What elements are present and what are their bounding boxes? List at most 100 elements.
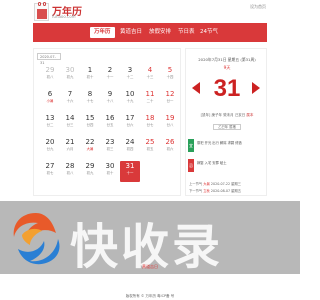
calendar-day[interactable]: 21 六月 — [60, 137, 80, 158]
calendar-day[interactable]: 6 小暑 — [40, 89, 60, 110]
calendar-day[interactable]: 10 十九 — [120, 89, 140, 110]
day-number: 31 — [125, 162, 135, 170]
prev-solar-term-key: 上一节气 — [189, 182, 203, 186]
calendar-day[interactable]: 16 廿五 — [100, 113, 120, 134]
calendar-day[interactable]: 14 廿三 — [60, 113, 80, 134]
day-number: 10 — [125, 90, 135, 98]
day-number: 11 — [145, 90, 155, 98]
lunar-day: 廿三 — [66, 123, 74, 127]
day-number: 7 — [67, 90, 73, 98]
lunar-day: 初四 — [126, 147, 134, 151]
nav-item-solar-terms[interactable]: 24节气 — [196, 28, 222, 37]
calendar-logo-icon[interactable] — [34, 2, 49, 21]
day-number: 22 — [85, 138, 95, 146]
watermark-logo-icon — [13, 213, 60, 265]
calendar-day[interactable]: 9 十八 — [100, 89, 120, 110]
lunar-day: 初八 — [46, 75, 54, 79]
lunar-day: 廿五 — [106, 123, 114, 127]
copyright: 版权所有 © 万年历 粤ICP备 号 — [125, 294, 175, 298]
lunar-day: 廿七 — [146, 123, 154, 127]
lunar-day: 廿九 — [46, 147, 54, 151]
calendar-day[interactable]: 25 初五 — [140, 137, 160, 158]
date-select[interactable]: 2020-07-31 — [37, 53, 61, 65]
day-number: 18 — [145, 114, 155, 122]
calendar-day[interactable]: 24 初四 — [120, 137, 140, 158]
day-number: 5 — [167, 66, 173, 74]
set-homepage-link[interactable]: 设为首页 — [250, 4, 266, 10]
logo-subtitle: fuhaoo.com — [52, 14, 76, 19]
calendar-day[interactable]: 29 初九 — [80, 161, 100, 182]
full-date-line: 2020年7月31日 星期五 (第31周) — [198, 57, 256, 62]
day-number: 13 — [45, 114, 55, 122]
calendar-day[interactable]: 8 十七 — [80, 89, 100, 110]
calendar-day[interactable]: 12 廿一 — [160, 89, 180, 110]
lunar-day: 十四 — [166, 75, 174, 79]
lunar-day: 十七 — [86, 99, 94, 103]
lunar-day: 初三 — [106, 147, 114, 151]
day-number: 24 — [125, 138, 135, 146]
calendar-panel: 2020-07-31 29 初八 30 初九 1 初十 2 十一 3 十二 4 十三 5 十四 6 小暑 7 十六… — [33, 48, 181, 196]
calendar-day[interactable]: 22 大暑 — [80, 137, 100, 158]
lunar-month-label: 9天 — [223, 65, 231, 70]
day-number: 25 — [145, 138, 155, 146]
day-number: 29 — [45, 66, 55, 74]
page: 万年历 fuhaoo.com 设为首页 万年历 黄道吉日 放假安排 节日表 24… — [0, 0, 300, 300]
calendar-day[interactable]: 29 初八 — [40, 65, 60, 86]
day-number: 16 — [105, 114, 115, 122]
calendar-day[interactable]: 20 廿九 — [40, 137, 60, 158]
next-solar-term-name[interactable]: 立秋 — [203, 189, 210, 193]
ganzhi-link[interactable]: 属本 — [246, 113, 253, 117]
calendar-day[interactable]: 13 廿二 — [40, 113, 60, 134]
calendar-day[interactable]: 23 初三 — [100, 137, 120, 158]
calendar-day[interactable]: 30 初十 — [100, 161, 120, 182]
year-tag: 乙巳年 属猪 — [213, 124, 241, 130]
lunar-day: 初十 — [86, 75, 94, 79]
day-detail-panel: 2020年7月31日 星期五 (第31周) 9天 31 [鼠年] 庚子年 癸未月… — [185, 48, 267, 196]
lunar-day: 二十 — [146, 99, 154, 103]
calendar-day[interactable]: 3 十二 — [120, 65, 140, 86]
yi-text: 祭祀 开光 出行 解除 求嗣 修造 — [197, 141, 242, 145]
lunar-day: 初六 — [166, 147, 174, 151]
nav-item-holidays[interactable]: 放假安排 — [145, 28, 175, 37]
day-number: 30 — [65, 66, 75, 74]
lunar-day: 十九 — [126, 99, 134, 103]
calendar-day[interactable]: 28 初八 — [60, 161, 80, 182]
calendar-day[interactable]: 15 廿四 — [80, 113, 100, 134]
calendar-day[interactable]: 26 初六 — [160, 137, 180, 158]
nav-item-festivals[interactable]: 节日表 — [174, 28, 199, 37]
day-number: 6 — [47, 90, 53, 98]
calendar-day[interactable]: 27 初七 — [40, 161, 60, 182]
calendar-day[interactable]: 7 十六 — [60, 89, 80, 110]
day-number: 8 — [87, 90, 93, 98]
footer-link[interactable]: 黄道吉日 — [0, 264, 300, 270]
day-number: 2 — [107, 66, 113, 74]
lunar-day: 初七 — [46, 171, 54, 175]
prev-solar-term-date: 2020-07-22 星期三 — [210, 182, 242, 186]
nav-item-wannianli[interactable]: 万年历 — [90, 27, 115, 38]
day-number: 23 — [105, 138, 115, 146]
calendar-day[interactable]: 30 初九 — [60, 65, 80, 86]
calendar-day[interactable]: 4 十三 — [140, 65, 160, 86]
day-number: 3 — [127, 66, 133, 74]
lunar-day: 初九 — [86, 171, 94, 175]
lunar-day: 初十 — [106, 171, 114, 175]
calendar-day[interactable]: 1 初十 — [80, 65, 100, 86]
lunar-day: 大暑 — [86, 147, 94, 151]
day-number: 27 — [45, 162, 55, 170]
calendar-day[interactable]: 2 十一 — [100, 65, 120, 86]
day-number: 21 — [65, 138, 75, 146]
day-number: 30 — [105, 162, 115, 170]
next-day-arrow-icon[interactable] — [252, 82, 260, 94]
next-solar-term-date: 2020-08-07 星期五 — [210, 189, 242, 193]
lunar-day: 十三 — [146, 75, 154, 79]
calendar-day[interactable]: 19 廿八 — [160, 113, 180, 134]
lunar-day: 十六 — [66, 99, 74, 103]
nav-item-huangdao[interactable]: 黄道吉日 — [116, 28, 146, 37]
calendar-day[interactable]: 17 廿六 — [120, 113, 140, 134]
calendar-day[interactable]: 11 二十 — [140, 89, 160, 110]
calendar-day[interactable]: 31 十一 — [120, 161, 140, 182]
ji-badge: 忌 — [188, 159, 194, 172]
calendar-day[interactable]: 5 十四 — [160, 65, 180, 86]
calendar-day[interactable]: 18 廿七 — [140, 113, 160, 134]
prev-solar-term-name[interactable]: 大暑 — [203, 182, 210, 186]
